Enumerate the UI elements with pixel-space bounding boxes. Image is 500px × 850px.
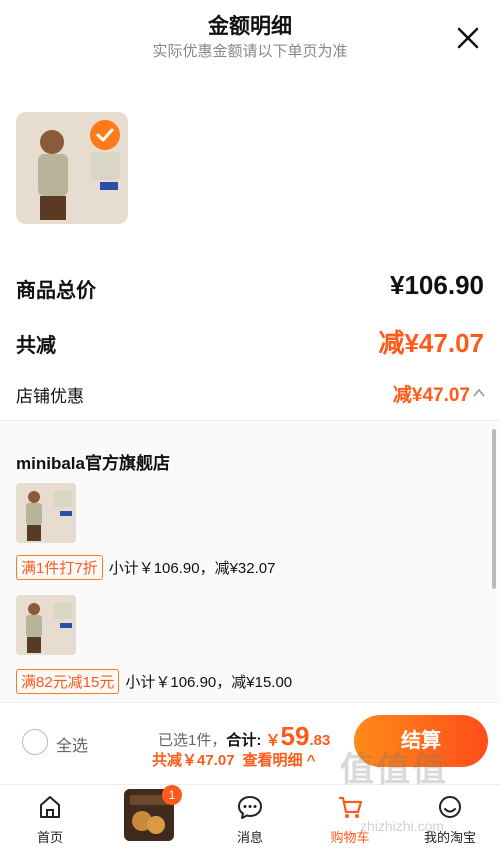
reduce-total: 共减￥47.07 bbox=[152, 752, 235, 769]
reduce-summary: 共减￥47.07 查看明细 ^ bbox=[152, 749, 315, 770]
page-subtitle: 实际优惠金额请以下单页为准 bbox=[152, 43, 348, 60]
shop-discount-row[interactable]: 店铺优惠 减¥47.07 bbox=[16, 380, 486, 408]
product-image bbox=[16, 483, 76, 543]
currency-symbol: ￥ bbox=[265, 732, 281, 749]
promo-item-thumbnail[interactable] bbox=[16, 595, 76, 655]
promo-line: 满1件打7折 小计￥106.90，减¥32.07 bbox=[16, 555, 275, 580]
close-button[interactable] bbox=[454, 24, 482, 52]
shop-discount-value: 减¥47.07 bbox=[392, 385, 470, 406]
tab-my-taobao[interactable]: 我的淘宝 bbox=[400, 785, 500, 850]
page-title: 金额明细 bbox=[208, 15, 292, 38]
header: 金额明细 实际优惠金额请以下单页为准 bbox=[0, 0, 500, 70]
tab-label: 购物车 bbox=[330, 830, 370, 845]
total-value: ¥106.90 bbox=[390, 270, 484, 300]
message-icon bbox=[238, 796, 262, 819]
discount-detail-panel: minibala官方旗舰店 满1件打7折 小计￥106.90，减¥32.07 满8… bbox=[0, 420, 500, 702]
home-icon bbox=[40, 796, 60, 818]
promo-tag: 满82元减15元 bbox=[16, 669, 120, 694]
notification-badge: 1 bbox=[162, 785, 182, 805]
promo-line: 满82元减15元 小计￥106.90，减¥15.00 bbox=[16, 669, 292, 694]
user-icon bbox=[439, 796, 461, 818]
promo-subtotal: 小计￥106.90，减¥15.00 bbox=[125, 674, 293, 691]
promo-item-thumbnail[interactable] bbox=[16, 483, 76, 543]
product-image bbox=[16, 595, 76, 655]
reduce-value: 减¥47.07 bbox=[378, 328, 484, 358]
promo-tag: 满1件打7折 bbox=[16, 555, 103, 580]
tab-cart[interactable]: 购物车 bbox=[300, 785, 400, 850]
selected-check-icon bbox=[90, 120, 120, 150]
select-all-checkbox[interactable] bbox=[22, 729, 48, 755]
shop-name: minibala官方旗舰店 bbox=[16, 454, 170, 473]
product-thumbnail[interactable] bbox=[16, 112, 128, 224]
selected-count: 已选1件， bbox=[158, 732, 227, 749]
cart-icon bbox=[339, 796, 363, 818]
tab-label: 消息 bbox=[236, 830, 263, 845]
tab-messages[interactable]: 消息 bbox=[200, 785, 300, 850]
checkout-button[interactable]: 结算 bbox=[354, 715, 488, 767]
selected-summary: 已选1件，合计: ￥59.83 bbox=[158, 721, 330, 752]
shop-discount-label: 店铺优惠 bbox=[16, 387, 84, 406]
scrollbar[interactable] bbox=[492, 429, 496, 589]
reduce-label: 共减 bbox=[16, 335, 56, 357]
total-price-integer: 59 bbox=[280, 721, 310, 751]
promo-subtotal: 小计￥106.90，减¥32.07 bbox=[108, 560, 276, 577]
total-label: 合计: bbox=[226, 732, 262, 749]
select-all-label: 全选 bbox=[56, 738, 89, 755]
tab-label: 我的淘宝 bbox=[423, 830, 476, 845]
tab-bar: 首页 1 消息 购物车 我的淘宝 bbox=[0, 784, 500, 850]
chevron-up-icon[interactable] bbox=[472, 386, 486, 400]
close-icon bbox=[457, 27, 479, 49]
tab-label: 首页 bbox=[36, 830, 63, 845]
tab-home[interactable]: 首页 bbox=[0, 785, 100, 850]
reduce-row: 共减 减¥47.07 bbox=[16, 323, 484, 359]
view-detail-link[interactable]: 查看明细 ^ bbox=[243, 752, 316, 769]
total-row: 商品总价 ¥106.90 bbox=[16, 270, 484, 304]
total-price-decimal: .83 bbox=[309, 732, 331, 749]
total-label: 商品总价 bbox=[16, 280, 96, 302]
checkout-bar: 全选 已选1件，合计: ￥59.83 共减￥47.07 查看明细 ^ 结算 bbox=[0, 702, 500, 784]
